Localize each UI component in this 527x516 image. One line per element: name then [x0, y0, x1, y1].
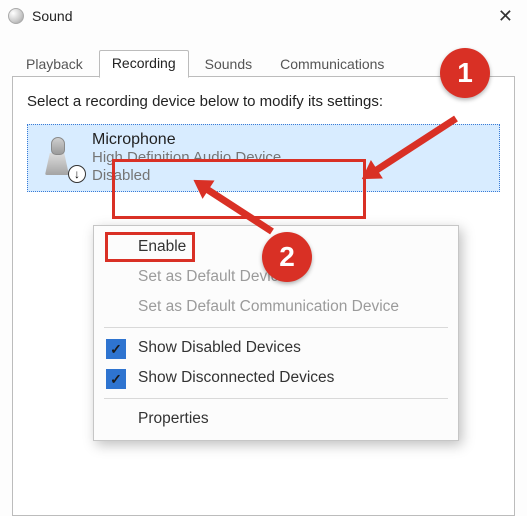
device-description: High Definition Audio Device	[92, 149, 281, 167]
app-icon	[8, 8, 24, 24]
title-bar: Sound ✕	[0, 0, 527, 32]
menu-item-show-disabled[interactable]: Show Disabled Devices	[94, 333, 458, 363]
close-button[interactable]: ✕	[492, 7, 519, 25]
menu-separator	[104, 327, 448, 328]
tab-sounds[interactable]: Sounds	[193, 52, 264, 78]
device-status: Disabled	[92, 167, 281, 185]
menu-item-show-disconnected[interactable]: Show Disconnected Devices	[94, 363, 458, 393]
menu-item-properties[interactable]: Properties	[94, 404, 458, 434]
tab-panel-recording: Select a recording device below to modif…	[12, 76, 515, 516]
annotation-badge-1: 1	[440, 48, 490, 98]
instruction-text: Select a recording device below to modif…	[27, 93, 500, 110]
device-name: Microphone	[92, 131, 281, 149]
checkmark-icon	[106, 339, 126, 359]
down-arrow-badge-icon	[68, 165, 86, 183]
menu-item-set-default-comm: Set as Default Communication Device	[94, 292, 458, 322]
tab-communications[interactable]: Communications	[268, 52, 396, 78]
checkmark-icon	[106, 369, 126, 389]
tab-playback[interactable]: Playback	[14, 52, 95, 78]
window-title: Sound	[32, 8, 492, 24]
annotation-badge-2: 2	[262, 232, 312, 282]
menu-item-label: Show Disconnected Devices	[138, 369, 334, 386]
menu-item-label: Show Disabled Devices	[138, 339, 301, 356]
microphone-icon	[36, 135, 82, 181]
device-text: Microphone High Definition Audio Device …	[92, 131, 281, 185]
menu-separator	[104, 398, 448, 399]
tab-recording[interactable]: Recording	[99, 50, 189, 78]
